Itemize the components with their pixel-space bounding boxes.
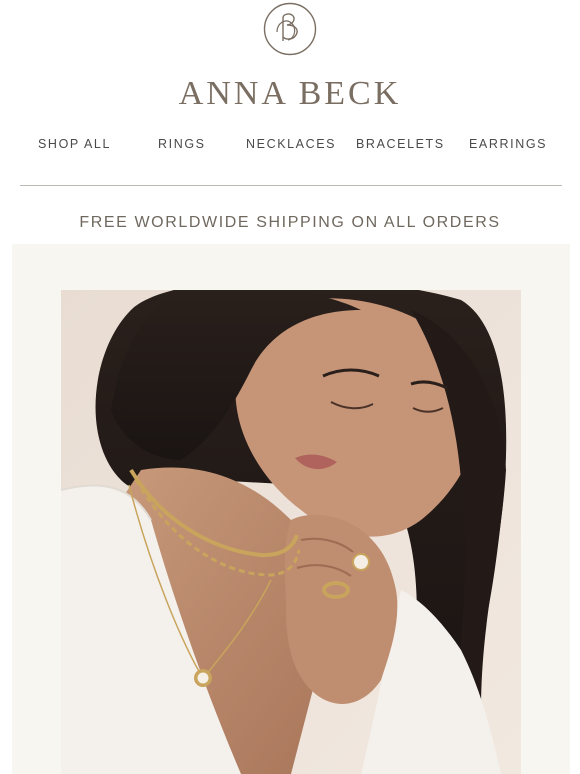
- nav-item-shop-all[interactable]: SHOP ALL: [38, 136, 111, 152]
- hero-image[interactable]: [61, 290, 521, 774]
- nav-item-rings[interactable]: RINGS: [158, 136, 206, 152]
- nav-item-bracelets[interactable]: BRACELETS: [356, 136, 445, 152]
- email-page: ANNA BECK SHOP ALL RINGS NECKLACES BRACE…: [0, 0, 580, 774]
- shipping-banner[interactable]: FREE WORLDWIDE SHIPPING ON ALL ORDERS: [0, 212, 580, 234]
- hero-model-illustration: [61, 290, 521, 774]
- brand-wordmark[interactable]: ANNA BECK: [0, 72, 580, 116]
- main-nav: SHOP ALL RINGS NECKLACES BRACELETS EARRI…: [0, 136, 580, 156]
- ab-monogram-icon: [263, 2, 317, 56]
- nav-item-earrings[interactable]: EARRINGS: [469, 136, 547, 152]
- header-divider: [20, 185, 562, 186]
- nav-item-necklaces[interactable]: NECKLACES: [246, 136, 336, 152]
